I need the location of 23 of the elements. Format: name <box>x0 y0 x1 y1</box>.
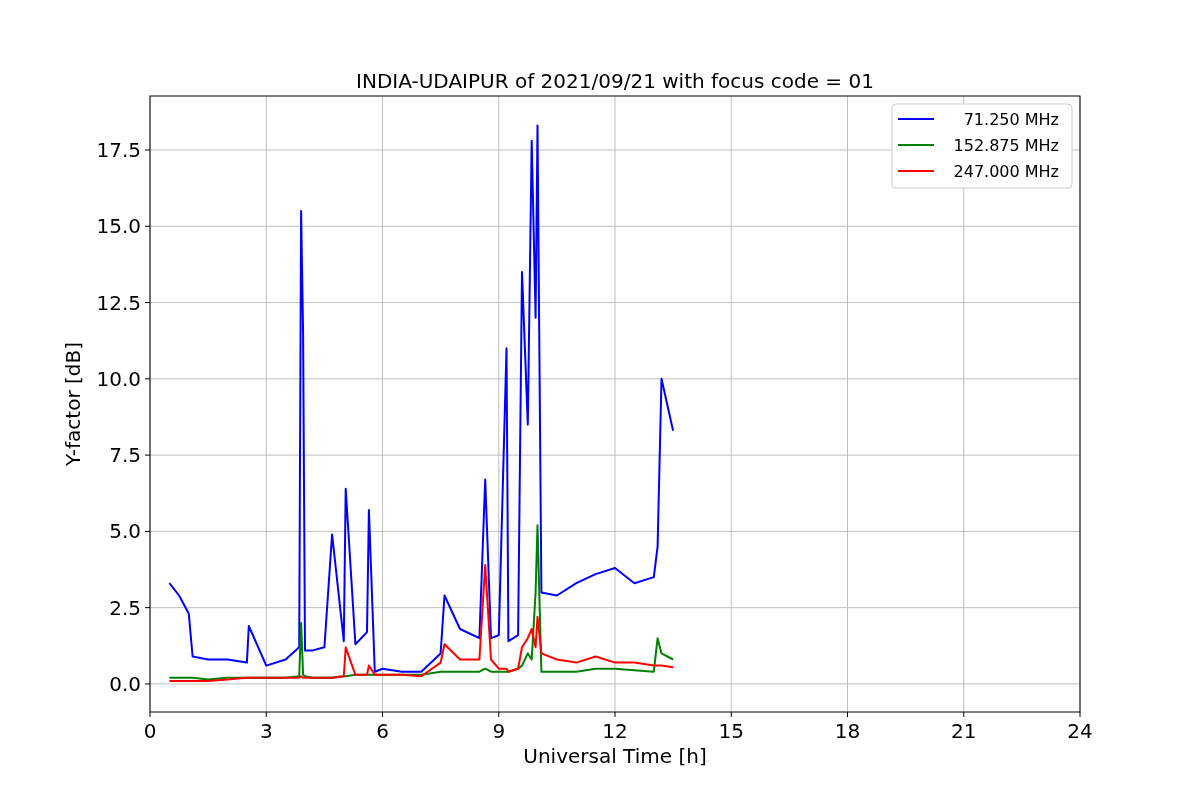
x-tick-label: 24 <box>1067 719 1093 743</box>
legend-label: 247.000 MHz <box>953 162 1059 181</box>
y-tick-label: 17.5 <box>96 138 141 162</box>
x-tick-label: 0 <box>143 719 157 743</box>
x-tick-label: 3 <box>259 719 273 743</box>
y-tick-label: 2.5 <box>109 595 141 620</box>
y-axis-label: Y-factor [dB] <box>61 342 85 466</box>
y-tick-label: 5.0 <box>109 519 141 544</box>
x-tick-label: 9 <box>492 719 506 743</box>
x-tick-label: 15 <box>718 719 744 743</box>
legend-label: 71.250 MHz <box>963 110 1059 129</box>
y-tick-label: 15.0 <box>96 214 141 239</box>
legend-label: 152.875 MHz <box>953 136 1059 155</box>
x-tick-label: 6 <box>376 719 389 743</box>
x-tick-label: 12 <box>602 719 628 743</box>
x-axis-label: Universal Time [h] <box>523 744 707 768</box>
chart-title: INDIA-UDAIPUR of 2021/09/21 with focus code = 01 <box>356 69 874 93</box>
x-tick-label: 18 <box>834 719 861 743</box>
x-tick-label: 21 <box>951 719 977 743</box>
y-tick-label: 10.0 <box>96 366 141 391</box>
y-tick-label: 12.5 <box>96 290 141 315</box>
y-tick-label: 7.5 <box>109 443 141 468</box>
y-tick-label: 0.0 <box>109 671 141 696</box>
